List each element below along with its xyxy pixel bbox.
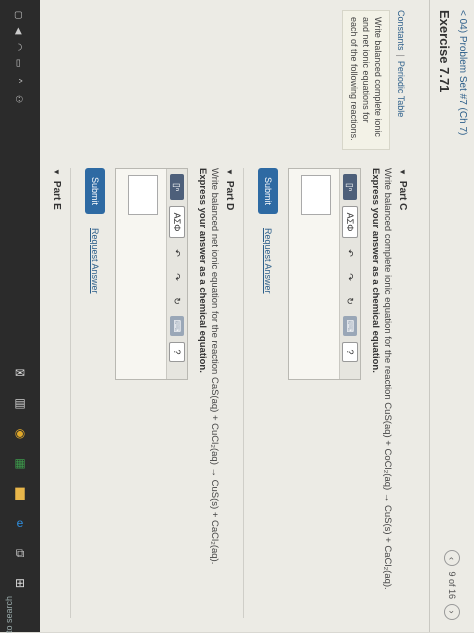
tray-chevron-icon[interactable]: ^: [14, 74, 24, 88]
submit-button[interactable]: Submit: [258, 168, 278, 215]
part-c-instruction-text: Express your answer as a chemical equati…: [370, 168, 381, 373]
help-icon[interactable]: ?: [342, 342, 358, 362]
store-icon[interactable]: ▦: [10, 454, 30, 472]
part-d-instruction-text: Express your answer as a chemical equati…: [197, 168, 208, 373]
link-separator: |: [396, 54, 406, 57]
periodic-table-link[interactable]: Periodic Table: [396, 61, 406, 117]
redo-icon[interactable]: ↷: [170, 268, 184, 286]
prev-arrow-icon[interactable]: ‹: [444, 550, 460, 567]
reset-icon[interactable]: ↻: [170, 292, 184, 310]
task-view-icon[interactable]: ⧉: [10, 544, 30, 562]
collapse-triangle-icon: ▼: [225, 168, 234, 176]
collapse-triangle-icon: ▼: [398, 168, 407, 176]
answer-input[interactable]: [128, 175, 158, 215]
keyboard-icon[interactable]: ⌨: [170, 316, 184, 336]
constants-link[interactable]: Constants: [396, 10, 406, 51]
request-answer-link[interactable]: Request Answer: [90, 228, 100, 294]
battery-icon: ▭: [14, 58, 25, 68]
divider: [70, 168, 71, 618]
instructions-text: Write balanced complete ionic and net io…: [342, 10, 390, 150]
divider: [243, 168, 244, 618]
part-c-answer-editor: ▯ⁿ ΑΣΦ ↶ ↷ ↻ ⌨ ?: [288, 168, 361, 380]
part-d-title: Part D: [224, 180, 235, 211]
wifi-icon[interactable]: ◠: [14, 40, 25, 54]
template-icon[interactable]: ▯ⁿ: [170, 174, 184, 200]
pager-text: 9 of 16: [447, 571, 457, 599]
pager: ‹ 9 of 16 ›: [444, 550, 460, 620]
submit-button[interactable]: Submit: [85, 168, 105, 215]
help-icon[interactable]: ?: [169, 342, 185, 362]
exercise-title: Exercise 7.71: [437, 10, 452, 93]
part-d-actions: Submit Request Answer: [85, 168, 105, 618]
undo-icon[interactable]: ↶: [343, 244, 357, 262]
taskbar: to search ⊞ ⧉ e ▇ ▦ ◉ ▤ ✉ ▢ ◀ ◠ ▭ ^ ⚇: [0, 0, 40, 633]
windows-start-icon[interactable]: ⊞: [10, 574, 30, 592]
next-arrow-icon[interactable]: ›: [444, 604, 460, 620]
part-d-instruction: Express your answer as a chemical equati…: [196, 168, 208, 618]
editor-toolbar: ▯ⁿ ΑΣΦ ↶ ↷ ↻ ⌨ ?: [339, 169, 360, 379]
volume-icon[interactable]: ◀: [14, 24, 25, 38]
collapse-triangle-icon: ▼: [52, 168, 61, 176]
greek-symbols-button[interactable]: ΑΣΦ: [169, 206, 185, 238]
part-c-header[interactable]: ▼ Part C: [397, 168, 408, 618]
part-c-instruction: Express your answer as a chemical equati…: [369, 168, 381, 618]
template-icon[interactable]: ▯ⁿ: [343, 174, 357, 200]
part-c-question: Write balanced complete ionic equation f…: [382, 168, 393, 590]
chrome-icon[interactable]: ◉: [10, 424, 30, 442]
instructions-panel: Constants | Periodic Table Write balanced …: [342, 10, 406, 150]
edge-icon[interactable]: e: [10, 514, 30, 532]
editor-body: [289, 169, 339, 379]
reset-icon[interactable]: ↻: [343, 292, 357, 310]
request-answer-link[interactable]: Request Answer: [263, 228, 273, 294]
greek-symbols-button[interactable]: ΑΣΦ: [342, 206, 358, 238]
resource-links: Constants | Periodic Table: [396, 10, 406, 150]
parts-panel: ▼ Part C Write balanced complete ionic eq…: [47, 168, 414, 618]
keyboard-icon[interactable]: ⌨: [343, 316, 357, 336]
mail-icon[interactable]: ✉: [10, 364, 30, 382]
part-d-question: Write balanced net ionic equation for th…: [209, 168, 220, 565]
part-c-title: Part C: [397, 180, 408, 211]
people-icon[interactable]: ⚇: [14, 92, 25, 106]
part-d-answer-editor: ▯ⁿ ΑΣΦ ↶ ↷ ↻ ⌨ ?: [115, 168, 188, 380]
answer-input[interactable]: [301, 175, 331, 215]
redo-icon[interactable]: ↷: [343, 268, 357, 286]
notification-icon[interactable]: ▢: [14, 8, 25, 22]
taskbar-search[interactable]: to search: [4, 596, 36, 633]
part-e-header[interactable]: ▼ Part E: [51, 168, 62, 618]
editor-toolbar: ▯ⁿ ΑΣΦ ↶ ↷ ↻ ⌨ ?: [166, 169, 187, 379]
undo-icon[interactable]: ↶: [170, 244, 184, 262]
page-header: < 04) Problem Set #7 (Ch 7) Exercise 7.7…: [429, 0, 474, 632]
editor-body: [116, 169, 166, 379]
assignment-page: < 04) Problem Set #7 (Ch 7) Exercise 7.7…: [40, 0, 474, 632]
part-e-title: Part E: [51, 180, 62, 210]
folder-icon[interactable]: ▇: [10, 484, 30, 502]
calculator-icon[interactable]: ▤: [10, 394, 30, 412]
part-c-actions: Submit Request Answer: [258, 168, 278, 618]
part-d-header[interactable]: ▼ Part D: [224, 168, 235, 618]
back-link[interactable]: < 04) Problem Set #7 (Ch 7): [457, 10, 468, 135]
